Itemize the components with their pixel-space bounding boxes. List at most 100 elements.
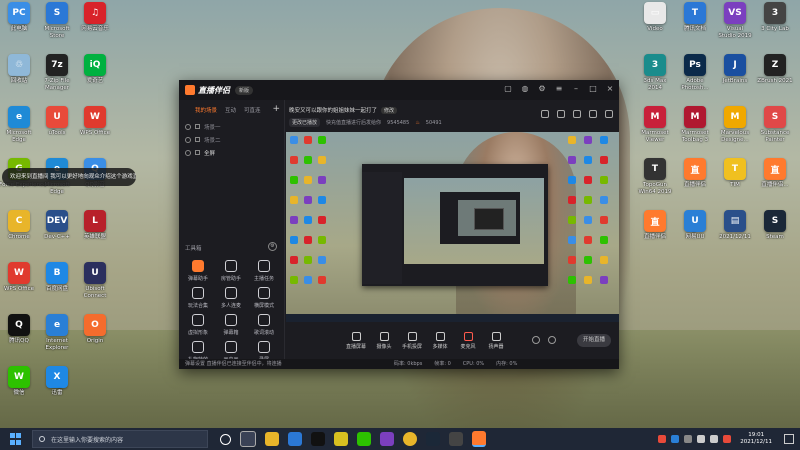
tool-button[interactable]: 弹幕助手	[183, 260, 213, 288]
screen-capture-button[interactable]: 直播屏幕	[342, 332, 370, 350]
maximize-button[interactable]: □	[588, 84, 598, 94]
scene-item[interactable]: 全屏	[185, 146, 284, 159]
volume-icon[interactable]	[710, 435, 719, 443]
add-scene-button[interactable]: +	[272, 104, 280, 114]
lock-icon[interactable]	[557, 110, 565, 118]
desktop-icon-label: 腾讯文档	[683, 26, 706, 32]
close-button[interactable]: ×	[605, 84, 615, 94]
status-bar: 弹幕设置 直播伴侣已连接至伴侣中，将连播 码率: 0kbps 帧率: 0 CPU…	[179, 359, 619, 369]
tray-app-icon[interactable]	[671, 435, 680, 443]
live-companion-taskbar-icon[interactable]	[472, 431, 486, 447]
tab-connect[interactable]: 可直连	[244, 106, 261, 114]
app-icon: ▭	[644, 2, 666, 24]
preview-mini-icon	[304, 276, 312, 284]
gift-icon[interactable]	[541, 110, 549, 118]
tool-button[interactable]: 房管助手	[216, 260, 246, 288]
tool-button[interactable]: 多人连麦	[216, 287, 246, 315]
record-icon[interactable]	[532, 336, 540, 344]
app-icon: U	[84, 262, 106, 284]
bell-icon[interactable]	[589, 110, 597, 118]
left-desktop-icon[interactable]: W WPS Office	[64, 106, 126, 154]
lock-icon[interactable]	[195, 137, 200, 142]
chrome-icon[interactable]	[403, 432, 417, 446]
right-desktop-icon[interactable]: S Steam	[744, 210, 800, 258]
tool-button[interactable]: 弹幕箱	[216, 314, 246, 342]
tools-settings-icon[interactable]: ⚙	[268, 242, 277, 251]
message-icon[interactable]: ▢	[503, 84, 513, 94]
nested-preview-window-3	[474, 208, 504, 230]
eye-icon[interactable]	[185, 136, 191, 143]
version-badge[interactable]: 新版	[235, 85, 254, 95]
tab-my-scenes[interactable]: 我的场景	[195, 106, 217, 114]
left-desktop-icon[interactable]: iQ 爱奇艺	[64, 54, 126, 102]
skin-icon[interactable]: ◍	[520, 84, 530, 94]
title-bar[interactable]: 直播伴侣 新版 ▢ ◍ ⚙ ≡ – □ ×	[179, 80, 619, 100]
right-desktop-icon[interactable]: Z ZBrush 2021	[744, 54, 800, 102]
tool-button[interactable]: 横屏模式	[249, 287, 279, 315]
preview-mini-icon	[568, 196, 576, 204]
preview-mini-icon	[568, 176, 576, 184]
preview-mini-icon	[318, 236, 326, 244]
media-button[interactable]: 多媒体	[426, 332, 454, 350]
left-desktop-icon[interactable]: U Ubisoft Connect	[64, 262, 126, 310]
file-explorer-icon[interactable]	[265, 432, 279, 446]
mail-icon[interactable]	[288, 432, 302, 446]
tool-button[interactable]: 主播任务	[249, 260, 279, 288]
task-view-icon[interactable]	[240, 431, 256, 447]
tool-icon	[258, 260, 270, 272]
tray-app-icon[interactable]	[684, 435, 693, 443]
app-icon: S	[764, 106, 786, 128]
scene-item[interactable]: 场景一	[185, 120, 284, 133]
input-method-icon[interactable]	[723, 435, 732, 443]
speaker-button[interactable]: 扬声器	[482, 332, 510, 350]
stream-settings-icon[interactable]	[548, 336, 556, 344]
menu-icon[interactable]: ≡	[554, 84, 564, 94]
tool-button[interactable]: 歌词滚动	[249, 314, 279, 342]
lock-icon[interactable]	[195, 150, 200, 155]
eye-icon[interactable]	[185, 123, 191, 130]
tool-button[interactable]: 玩法合集	[183, 287, 213, 315]
visual-studio-icon[interactable]	[380, 432, 394, 446]
left-desktop-icon[interactable]: ♫ 网易云音乐	[64, 2, 126, 50]
app-icon[interactable]	[449, 432, 463, 446]
phone-cast-button[interactable]: 手机投屏	[398, 332, 426, 350]
lock-icon[interactable]	[195, 124, 200, 129]
layout-icon[interactable]	[573, 110, 581, 118]
preview-mini-icon	[584, 216, 592, 224]
notification-center-icon[interactable]	[784, 434, 794, 444]
notification-toast[interactable]: 欢迎来到直播间 我可以更好地向观众介绍这个游戏直播啊	[2, 168, 136, 186]
room-title[interactable]: 晚安又可以跟你的姐姐妹妹一起打了 修改	[289, 106, 398, 114]
tray-app-icon[interactable]	[658, 435, 667, 443]
taskbar-search[interactable]: 在这里输入你要搜索的内容	[32, 430, 208, 448]
cortana-icon[interactable]	[220, 433, 231, 445]
start-button[interactable]	[10, 433, 22, 445]
start-live-button[interactable]: 开始直播	[577, 334, 611, 347]
room-status[interactable]: 更改已播放	[289, 118, 321, 127]
microphone-button[interactable]: 麦克风	[454, 332, 482, 350]
settings-icon[interactable]: ⚙	[537, 84, 547, 94]
edit-title-button[interactable]: 修改	[381, 107, 398, 114]
left-desktop-icon[interactable]: O Origin	[64, 314, 126, 362]
right-desktop-icon[interactable]: 直直播伴侣...	[744, 158, 800, 206]
network-icon[interactable]	[697, 435, 706, 443]
share-icon[interactable]	[605, 110, 613, 118]
desktop-icon-label: Substance Painter	[760, 130, 790, 143]
right-desktop-icon[interactable]: 3 3 City Lab	[744, 2, 800, 50]
tim-icon[interactable]	[334, 432, 348, 446]
preview-mini-icon	[318, 196, 326, 204]
eye-icon[interactable]	[185, 149, 191, 156]
wechat-icon[interactable]	[357, 432, 371, 446]
preview-mini-icon	[568, 256, 576, 264]
right-desktop-icon[interactable]: S Substance Painter	[744, 106, 800, 154]
clock[interactable]: 19:01 2021/12/11	[740, 432, 772, 446]
left-desktop-icon[interactable]: L 英雄联盟	[64, 210, 126, 258]
minimize-button[interactable]: –	[571, 84, 581, 94]
left-desktop-icon[interactable]: X 迅雷	[26, 366, 88, 414]
scene-item[interactable]: 场景二	[185, 133, 284, 146]
tool-button[interactable]: 虚拟形象	[183, 314, 213, 342]
steam-icon[interactable]	[426, 432, 440, 446]
stream-preview[interactable]	[286, 132, 619, 322]
tab-interact[interactable]: 互动	[225, 106, 236, 114]
qq-icon[interactable]	[311, 432, 325, 446]
camera-button[interactable]: 摄像头	[370, 332, 398, 350]
